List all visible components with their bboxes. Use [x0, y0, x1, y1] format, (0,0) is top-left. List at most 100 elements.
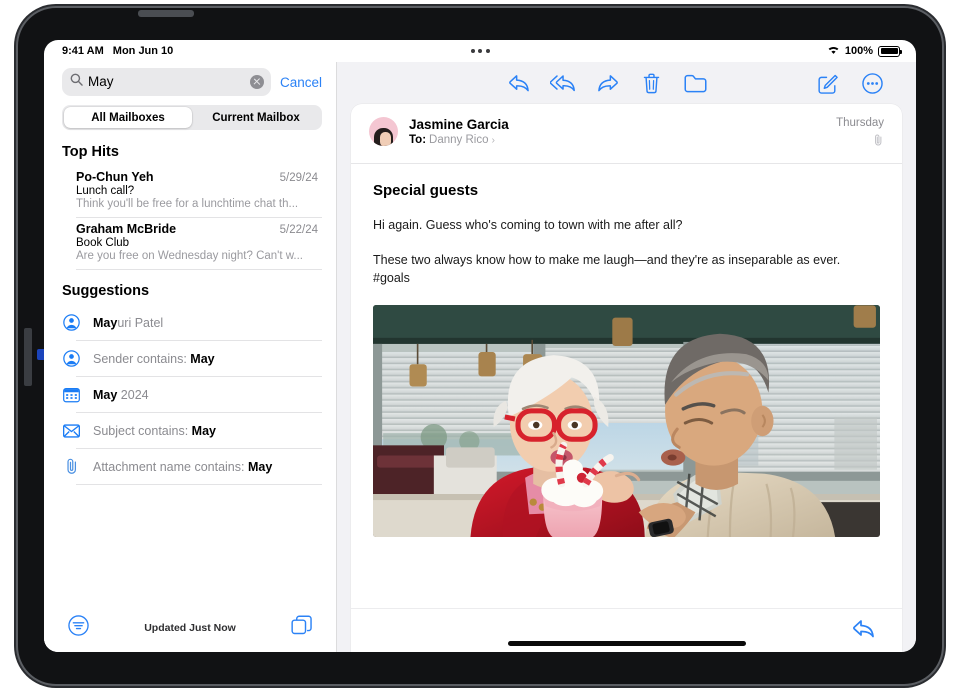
- new-message-icon[interactable]: [291, 615, 312, 641]
- hit-date: 5/22/24: [280, 224, 318, 236]
- reply-button[interactable]: [852, 618, 876, 644]
- filter-icon[interactable]: [68, 615, 89, 641]
- forward-button[interactable]: [585, 66, 629, 100]
- list-item[interactable]: Graham McBride 5/22/24 Book Club Are you…: [44, 218, 336, 269]
- split-view: May Cancel All Mailboxes Current Mailbox…: [44, 62, 916, 652]
- top-power-button[interactable]: [138, 10, 194, 17]
- clear-circle-icon[interactable]: [250, 75, 264, 89]
- hit-preview: Think you'll be free for a lunchtime cha…: [76, 198, 318, 210]
- status-date: Mon Jun 10: [113, 45, 174, 57]
- ipad-device-frame: 9:41 AM Mon Jun 10 100%: [18, 8, 942, 684]
- top-hits-header: Top Hits: [44, 144, 336, 166]
- sidebar-bottom-toolbar: Updated Just Now: [44, 608, 336, 652]
- suggestion-prefix: Sender contains:: [93, 352, 190, 366]
- paperclip-icon: [62, 457, 81, 476]
- delete-button[interactable]: [629, 66, 673, 100]
- move-to-folder-button[interactable]: [673, 66, 717, 100]
- suggestion-rest: 2024: [117, 388, 148, 402]
- multitasking-dots-icon[interactable]: [471, 49, 490, 53]
- suggestion-prefix: Attachment name contains:: [93, 460, 248, 474]
- suggestion-label: Mayuri Patel: [93, 316, 163, 330]
- reply-all-button[interactable]: [541, 66, 585, 100]
- status-time: 9:41 AM: [62, 45, 104, 57]
- search-icon: [70, 73, 83, 91]
- message-body: Special guests Hi again. Guess who's com…: [351, 164, 902, 652]
- suggestion-label: Subject contains: May: [93, 424, 216, 438]
- suggestion-label: Attachment name contains: May: [93, 460, 272, 474]
- hit-sender: Graham McBride: [76, 222, 280, 236]
- hit-subject: Book Club: [76, 237, 318, 249]
- list-item[interactable]: Po-Chun Yeh 5/29/24 Lunch call? Think yo…: [44, 166, 336, 217]
- calendar-icon: [62, 385, 81, 404]
- person-circle-icon: [62, 313, 81, 332]
- status-bar-left: 9:41 AM Mon Jun 10: [62, 45, 173, 57]
- message-subject: Special guests: [373, 182, 880, 199]
- suggestions-header: Suggestions: [44, 270, 336, 305]
- message-date: Thursday: [836, 117, 884, 129]
- hit-subject: Lunch call?: [76, 185, 318, 197]
- hit-preview: Are you free on Wednesday night? Can't w…: [76, 250, 318, 262]
- person-circle-icon: [62, 349, 81, 368]
- suggestion-label: May 2024: [93, 388, 149, 402]
- message-card: Jasmine Garcia To: Danny Rico › Thursday: [351, 104, 902, 652]
- sync-status-label: Updated Just Now: [89, 622, 291, 634]
- reply-button[interactable]: [497, 66, 541, 100]
- search-input-value: May: [88, 75, 245, 89]
- list-item[interactable]: May 2024: [44, 377, 336, 412]
- chevron-right-icon[interactable]: ›: [491, 134, 495, 146]
- list-item[interactable]: Subject contains: May: [44, 413, 336, 448]
- recipient-line[interactable]: To: Danny Rico ›: [409, 134, 825, 146]
- more-options-button[interactable]: [850, 66, 894, 100]
- hit-top-row: Graham McBride 5/22/24: [76, 222, 318, 236]
- list-item[interactable]: Attachment name contains: May: [44, 449, 336, 484]
- list-separator: [76, 484, 322, 485]
- message-paragraph: These two always know how to make me lau…: [373, 251, 880, 287]
- status-bar: 9:41 AM Mon Jun 10 100%: [44, 40, 916, 62]
- suggestion-match: May: [93, 388, 117, 402]
- hit-top-row: Po-Chun Yeh 5/29/24: [76, 170, 318, 184]
- search-input[interactable]: May: [62, 68, 271, 96]
- suggestion-match: May: [192, 424, 216, 438]
- paperclip-icon: [873, 133, 884, 151]
- home-indicator[interactable]: [508, 641, 746, 646]
- message-meta: Thursday: [836, 117, 884, 151]
- hit-date: 5/29/24: [280, 172, 318, 184]
- message-paragraph: Hi again. Guess who's coming to town wit…: [373, 216, 880, 234]
- message-toolbar: [337, 62, 916, 104]
- segment-current-mailbox[interactable]: Current Mailbox: [192, 107, 320, 128]
- suggestion-match: May: [93, 316, 117, 330]
- list-item[interactable]: Mayuri Patel: [44, 305, 336, 340]
- wifi-icon: [827, 45, 840, 58]
- hit-sender: Po-Chun Yeh: [76, 170, 280, 184]
- envelope-icon: [62, 421, 81, 440]
- suggestion-prefix: Subject contains:: [93, 424, 192, 438]
- search-results-scroll[interactable]: Top Hits Po-Chun Yeh 5/29/24 Lunch call?…: [44, 130, 336, 608]
- battery-full-icon: [878, 46, 900, 57]
- suggestion-label: Sender contains: May: [93, 352, 215, 366]
- side-volume-button[interactable]: [24, 328, 32, 386]
- device-bezel: 9:41 AM Mon Jun 10 100%: [44, 40, 916, 652]
- mailbox-scope-segmented-control[interactable]: All Mailboxes Current Mailbox: [62, 105, 322, 130]
- suggestion-match: May: [190, 352, 214, 366]
- avatar: [369, 117, 398, 146]
- message-header[interactable]: Jasmine Garcia To: Danny Rico › Thursday: [351, 104, 902, 164]
- suggestion-match: May: [248, 460, 272, 474]
- battery-percent-label: 100%: [845, 45, 873, 57]
- sender-name: Jasmine Garcia: [409, 117, 825, 132]
- segment-all-mailboxes[interactable]: All Mailboxes: [64, 107, 192, 128]
- status-bar-right: 100%: [827, 45, 900, 58]
- multitasking-control[interactable]: [44, 49, 916, 53]
- to-label: To:: [409, 134, 426, 146]
- message-photo-attachment[interactable]: [373, 305, 880, 537]
- message-sender-block: Jasmine Garcia To: Danny Rico ›: [409, 117, 825, 146]
- ipad-screen: 9:41 AM Mon Jun 10 100%: [44, 40, 916, 652]
- recipient-name: Danny Rico: [429, 134, 488, 146]
- search-sidebar: May Cancel All Mailboxes Current Mailbox…: [44, 62, 337, 652]
- suggestion-rest: uri Patel: [117, 316, 163, 330]
- message-detail-pane: Jasmine Garcia To: Danny Rico › Thursday: [337, 62, 916, 652]
- cancel-button[interactable]: Cancel: [280, 75, 322, 90]
- search-row: May Cancel: [44, 62, 336, 96]
- avatar-face: [380, 132, 391, 146]
- compose-button[interactable]: [806, 66, 850, 100]
- list-item[interactable]: Sender contains: May: [44, 341, 336, 376]
